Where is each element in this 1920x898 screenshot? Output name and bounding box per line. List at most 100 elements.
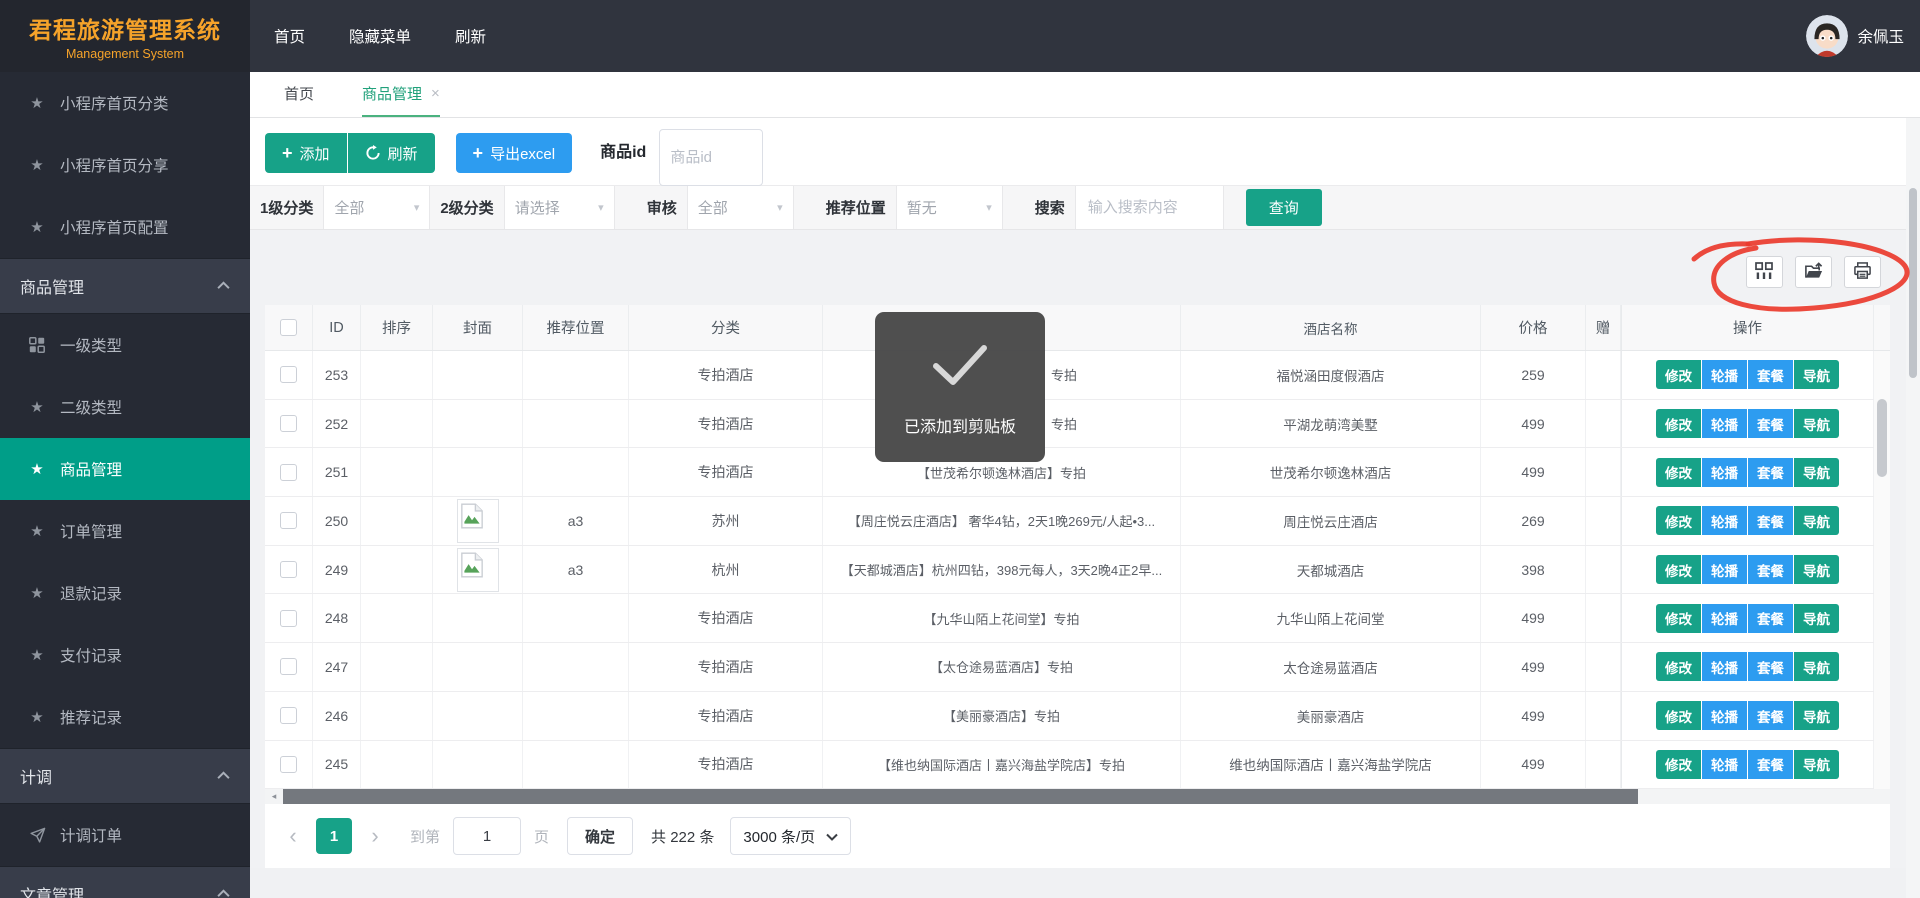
row-checkbox[interactable] bbox=[280, 561, 297, 578]
row-checkbox[interactable] bbox=[280, 415, 297, 432]
product-id-input[interactable] bbox=[659, 129, 763, 186]
carousel-button[interactable]: 轮播 bbox=[1702, 506, 1747, 535]
scrollbar-thumb[interactable] bbox=[1877, 399, 1887, 477]
export-excel-button[interactable]: + 导出excel bbox=[456, 133, 573, 173]
package-button[interactable]: 套餐 bbox=[1748, 458, 1793, 487]
sidebar-item[interactable]: ★ 支付记录 bbox=[0, 624, 250, 686]
carousel-button[interactable]: 轮播 bbox=[1702, 750, 1747, 779]
carousel-button[interactable]: 轮播 bbox=[1702, 604, 1747, 633]
package-button[interactable]: 套餐 bbox=[1748, 360, 1793, 389]
package-button[interactable]: 套餐 bbox=[1748, 555, 1793, 584]
sidebar-group[interactable]: 计调 bbox=[0, 748, 250, 804]
refresh-button[interactable]: 刷新 bbox=[348, 133, 435, 173]
cell-price: 499 bbox=[1481, 643, 1586, 691]
avatar[interactable] bbox=[1806, 15, 1848, 57]
edit-button[interactable]: 修改 bbox=[1656, 701, 1701, 730]
sidebar-item[interactable]: ★ 小程序首页配置 bbox=[0, 196, 250, 258]
row-checkbox[interactable] bbox=[280, 707, 297, 724]
edit-button[interactable]: 修改 bbox=[1656, 652, 1701, 681]
row-checkbox[interactable] bbox=[280, 610, 297, 627]
next-page-button[interactable]: › bbox=[360, 823, 390, 849]
table-toolbar-strip bbox=[250, 230, 1920, 305]
page-vertical-scrollbar[interactable] bbox=[1906, 118, 1920, 898]
edit-button[interactable]: 修改 bbox=[1656, 458, 1701, 487]
level2-filter-select[interactable]: 请选择 ▾ bbox=[505, 186, 615, 229]
audit-filter-select[interactable]: 全部 ▾ bbox=[688, 186, 794, 229]
row-checkbox[interactable] bbox=[280, 658, 297, 675]
sidebar-group[interactable]: 文章管理 bbox=[0, 866, 250, 898]
carousel-button[interactable]: 轮播 bbox=[1702, 701, 1747, 730]
nav-hide-menu[interactable]: 隐藏菜单 bbox=[349, 25, 411, 47]
carousel-button[interactable]: 轮播 bbox=[1702, 458, 1747, 487]
scrollbar-thumb[interactable] bbox=[1909, 188, 1917, 378]
current-page-button[interactable]: 1 bbox=[316, 818, 352, 854]
sidebar-item[interactable]: ★ 二级类型 bbox=[0, 376, 250, 438]
sidebar-item[interactable]: ★ 退款记录 bbox=[0, 562, 250, 624]
sidebar-group[interactable]: 商品管理 bbox=[0, 258, 250, 314]
nav-refresh[interactable]: 刷新 bbox=[455, 25, 486, 47]
navigate-button[interactable]: 导航 bbox=[1794, 555, 1839, 584]
package-button[interactable]: 套餐 bbox=[1748, 750, 1793, 779]
carousel-button[interactable]: 轮播 bbox=[1702, 360, 1747, 389]
edit-button[interactable]: 修改 bbox=[1656, 360, 1701, 389]
sidebar-item[interactable]: ★ 订单管理 bbox=[0, 500, 250, 562]
carousel-button[interactable]: 轮播 bbox=[1702, 555, 1747, 584]
package-button[interactable]: 套餐 bbox=[1748, 506, 1793, 535]
row-checkbox[interactable] bbox=[280, 366, 297, 383]
tab-home[interactable]: 首页 bbox=[284, 72, 314, 117]
edit-button[interactable]: 修改 bbox=[1656, 409, 1701, 438]
sidebar-item-label: 退款记录 bbox=[60, 582, 122, 604]
table-vertical-scrollbar[interactable] bbox=[1874, 351, 1890, 789]
level2-filter-value: 请选择 bbox=[515, 197, 560, 218]
page-size-select[interactable]: 3000 条/页 bbox=[730, 817, 851, 855]
navigate-button[interactable]: 导航 bbox=[1794, 701, 1839, 730]
navigate-button[interactable]: 导航 bbox=[1794, 750, 1839, 779]
add-button[interactable]: + 添加 bbox=[265, 133, 347, 173]
scroll-left-arrow[interactable]: ◂ bbox=[265, 789, 283, 804]
navigate-button[interactable]: 导航 bbox=[1794, 409, 1839, 438]
table-row: 251 专拍酒店 【世茂希尔顿逸林酒店】专拍 世茂希尔顿逸林酒店 499 修改轮… bbox=[265, 448, 1890, 497]
level1-filter-select[interactable]: 全部 ▾ bbox=[324, 186, 430, 229]
horizontal-scrollbar[interactable]: ◂ bbox=[265, 789, 1890, 804]
query-button[interactable]: 查询 bbox=[1246, 189, 1322, 226]
prev-page-button[interactable]: ‹ bbox=[278, 823, 308, 849]
print-button[interactable] bbox=[1844, 256, 1881, 288]
sidebar-item[interactable]: ★ 推荐记录 bbox=[0, 686, 250, 748]
navigate-button[interactable]: 导航 bbox=[1794, 506, 1839, 535]
cell-price: 499 bbox=[1481, 400, 1586, 448]
close-icon[interactable]: × bbox=[431, 85, 440, 102]
sidebar-item[interactable]: ★ 商品管理 bbox=[0, 438, 250, 500]
columns-button[interactable] bbox=[1746, 256, 1783, 288]
cell-id: 253 bbox=[313, 351, 361, 399]
tab-product-management[interactable]: 商品管理 × bbox=[362, 72, 440, 117]
sidebar-item[interactable]: ★ 小程序首页分享 bbox=[0, 134, 250, 196]
goto-page-input[interactable] bbox=[453, 817, 521, 855]
sidebar-item[interactable]: ★ 小程序首页分类 bbox=[0, 72, 250, 134]
scrollbar-thumb[interactable] bbox=[283, 789, 1638, 804]
edit-button[interactable]: 修改 bbox=[1656, 604, 1701, 633]
row-checkbox[interactable] bbox=[280, 756, 297, 773]
edit-button[interactable]: 修改 bbox=[1656, 555, 1701, 584]
package-button[interactable]: 套餐 bbox=[1748, 701, 1793, 730]
edit-button[interactable]: 修改 bbox=[1656, 506, 1701, 535]
carousel-button[interactable]: 轮播 bbox=[1702, 652, 1747, 681]
row-checkbox[interactable] bbox=[280, 512, 297, 529]
sidebar-item[interactable]: 计调订单 bbox=[0, 804, 250, 866]
recommend-filter-select[interactable]: 暂无 ▾ bbox=[897, 186, 1003, 229]
package-button[interactable]: 套餐 bbox=[1748, 604, 1793, 633]
edit-button[interactable]: 修改 bbox=[1656, 750, 1701, 779]
package-button[interactable]: 套餐 bbox=[1748, 409, 1793, 438]
navigate-button[interactable]: 导航 bbox=[1794, 458, 1839, 487]
sidebar-item[interactable]: 一级类型 bbox=[0, 314, 250, 376]
nav-home[interactable]: 首页 bbox=[274, 25, 305, 47]
select-all-checkbox[interactable] bbox=[280, 319, 297, 336]
export-data-button[interactable] bbox=[1795, 256, 1832, 288]
search-input[interactable] bbox=[1076, 186, 1224, 229]
navigate-button[interactable]: 导航 bbox=[1794, 652, 1839, 681]
navigate-button[interactable]: 导航 bbox=[1794, 360, 1839, 389]
row-checkbox[interactable] bbox=[280, 464, 297, 481]
carousel-button[interactable]: 轮播 bbox=[1702, 409, 1747, 438]
navigate-button[interactable]: 导航 bbox=[1794, 604, 1839, 633]
confirm-page-button[interactable]: 确定 bbox=[567, 817, 633, 855]
package-button[interactable]: 套餐 bbox=[1748, 652, 1793, 681]
